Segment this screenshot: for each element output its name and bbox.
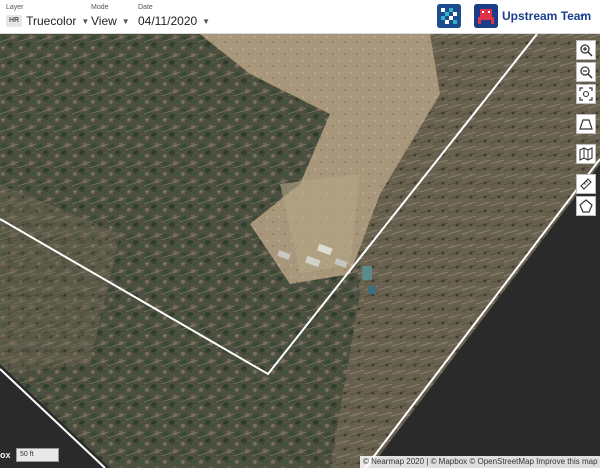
zoom-out-button[interactable] xyxy=(576,62,596,82)
chevron-down-icon: ▼ xyxy=(202,16,211,26)
team-logo-icon xyxy=(474,4,498,28)
trapezoid-icon xyxy=(579,119,593,130)
mode-value: View xyxy=(91,14,117,28)
hr-badge: HR xyxy=(6,15,23,27)
map-icon xyxy=(579,147,593,161)
polygon-icon xyxy=(579,199,593,213)
team-avatar[interactable] xyxy=(474,4,498,28)
pixel-avatar-icon xyxy=(437,4,461,28)
aerial-imagery xyxy=(0,34,600,468)
top-bar: Layer HR Truecolor ▼ Mode View ▼ Date 04… xyxy=(0,0,600,34)
layer-value: Truecolor xyxy=(26,14,77,28)
box-tool-label[interactable]: ox xyxy=(0,450,11,460)
zoom-in-icon xyxy=(580,44,593,57)
chevron-down-icon[interactable]: ⌄ xyxy=(578,9,586,20)
fit-extent-icon xyxy=(579,87,593,101)
user-avatar[interactable] xyxy=(437,4,461,28)
scale-bar: 50 ft xyxy=(16,448,59,462)
ruler-icon xyxy=(580,178,592,190)
measure-distance-button[interactable] xyxy=(576,174,596,194)
layer-label: Layer xyxy=(6,4,24,11)
measure-area-button[interactable] xyxy=(576,114,596,134)
aerial-map[interactable] xyxy=(0,34,600,468)
layer-selector[interactable]: Layer HR Truecolor ▼ xyxy=(6,3,89,30)
map-toolbar xyxy=(576,40,596,218)
mode-label: Mode xyxy=(91,4,109,11)
zoom-in-button[interactable] xyxy=(576,40,596,60)
zoom-out-icon xyxy=(580,66,593,79)
draw-polygon-button[interactable] xyxy=(576,196,596,216)
date-value: 04/11/2020 xyxy=(138,14,198,28)
mode-selector[interactable]: Mode View ▼ xyxy=(91,3,130,30)
date-selector[interactable]: Date 04/11/2020 ▼ xyxy=(138,3,210,30)
chevron-down-icon: ▼ xyxy=(121,16,130,26)
date-label: Date xyxy=(138,4,153,11)
zoom-extent-button[interactable] xyxy=(576,84,596,104)
map-style-button[interactable] xyxy=(576,144,596,164)
chevron-down-icon: ▼ xyxy=(81,16,90,26)
map-attribution[interactable]: © Nearmap 2020 | © Mapbox © OpenStreetMa… xyxy=(360,456,600,468)
